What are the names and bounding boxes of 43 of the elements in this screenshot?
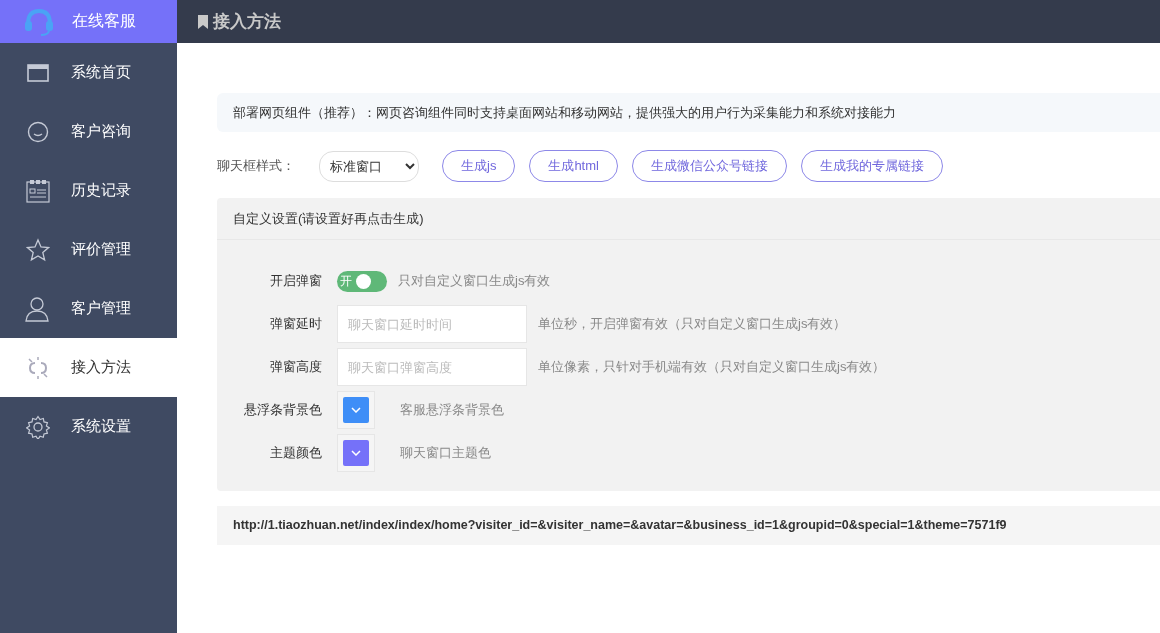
field-label: 悬浮条背景色	[243, 401, 323, 419]
smiley-icon	[27, 120, 49, 143]
notice-banner: 部署网页组件（推荐）：网页咨询组件同时支持桌面网站和移动网站，提供强大的用户行为采集能力和系统对接能力	[217, 93, 1160, 132]
page-title: 接入方法	[213, 11, 281, 33]
field-hint: 只对自定义窗口生成js有效	[398, 272, 551, 290]
sidebar-item[interactable]: 历史记录	[0, 161, 177, 220]
sidebar-item[interactable]: 客户管理	[0, 279, 177, 338]
field-hint: 单位秒，开启弹窗有效（只对自定义窗口生成js有效）	[538, 315, 847, 333]
field-label: 弹窗高度	[269, 358, 323, 376]
color-picker[interactable]	[337, 391, 375, 429]
brand-title: 在线客服	[72, 11, 136, 31]
field-hint: 聊天窗口主题色	[400, 444, 491, 462]
settings-icon	[26, 414, 50, 439]
sidebar-item[interactable]: 系统首页	[0, 43, 177, 102]
field-label: 主题颜色	[269, 444, 323, 462]
generate-button[interactable]: 生成html	[529, 150, 618, 182]
input-field[interactable]: 聊天窗口延时时间	[337, 305, 527, 343]
style-select[interactable]: 标准窗口	[319, 150, 419, 182]
chevron-down-icon	[351, 407, 361, 413]
embed-url: http://1.tiaozhuan.net/index/index/home?visiter_id=&visiter_name=&avatar=&business_id=1&groupid=0&special=1&theme=7571f9	[217, 506, 1160, 545]
panel-title: 自定义设置(请设置好再点击生成)	[217, 198, 1160, 240]
generate-button[interactable]: 生成js	[442, 150, 516, 182]
field-hint: 单位像素，只针对手机端有效（只对自定义窗口生成js有效）	[538, 358, 886, 376]
field-label: 弹窗延时	[269, 315, 323, 333]
sidebar-item[interactable]: 系统设置	[0, 397, 177, 456]
style-label: 聊天框样式：	[217, 157, 296, 175]
input-field[interactable]: 聊天窗口弹窗高度	[337, 348, 527, 386]
window-icon	[27, 63, 49, 82]
user-icon	[25, 295, 51, 322]
color-picker[interactable]	[337, 434, 375, 472]
generate-button[interactable]: 生成微信公众号链接	[631, 150, 787, 182]
generate-button[interactable]: 生成我的专属链接	[800, 150, 943, 182]
field-label: 开启弹窗	[269, 272, 323, 290]
broken-link-icon	[26, 355, 50, 380]
sidebar-item[interactable]: 评价管理	[0, 220, 177, 279]
chevron-down-icon	[351, 450, 361, 456]
star-icon	[26, 237, 50, 262]
sidebar-item[interactable]: 接入方法	[0, 338, 177, 397]
headset-icon	[24, 7, 54, 36]
field-hint: 客服悬浮条背景色	[400, 401, 504, 419]
sidebar-item[interactable]: 客户咨询	[0, 102, 177, 161]
bookmark-icon	[197, 14, 209, 29]
calendar-icon	[26, 178, 50, 203]
